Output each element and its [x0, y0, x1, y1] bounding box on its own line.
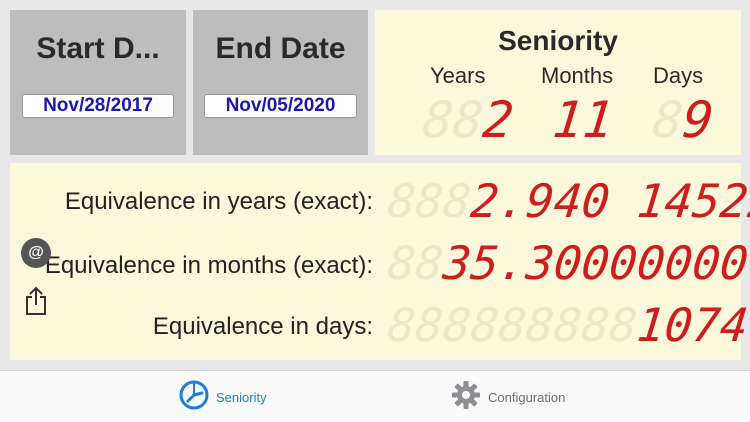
start-date-panel[interactable]: Start D... Nov/28/2017: [10, 10, 186, 155]
days-label: Days: [653, 63, 704, 88]
seniority-title: Seniority: [498, 25, 618, 56]
equiv-years-display: 8882.940 14522: [385, 173, 750, 229]
equivalence-panel: Equivalence in years (exact): Equivalenc…: [10, 163, 750, 360]
equiv-months-ghost: 88: [385, 236, 447, 290]
days-display: 89: [650, 90, 717, 150]
end-date-field[interactable]: Nov/05/2020: [204, 94, 357, 118]
tab-seniority[interactable]: Seniority: [178, 379, 267, 415]
equiv-years-value: 2.940 14522: [468, 174, 750, 228]
seniority-panel: Seniority Years Months Days 882 11 89: [375, 10, 741, 155]
months-display: 11: [550, 90, 617, 150]
months-value: 11: [549, 91, 617, 149]
months-label: Months: [541, 63, 614, 88]
tab-seniority-label: Seniority: [216, 389, 267, 405]
equiv-years-ghost: 888: [385, 174, 474, 228]
years-value: 2: [480, 91, 517, 149]
years-label: Years: [430, 63, 486, 88]
equiv-months-label: Equivalence in months (exact):: [44, 252, 373, 279]
equiv-months-value: 35.30000000: [440, 236, 750, 290]
gear-icon: [450, 379, 482, 416]
end-date-title: End Date: [215, 32, 346, 65]
start-date-field[interactable]: Nov/28/2017: [22, 94, 174, 118]
clock-icon: [178, 379, 210, 416]
equiv-days-label: Equivalence in days:: [152, 313, 373, 340]
equiv-years-label: Equivalence in years (exact):: [64, 188, 373, 215]
years-display: 882: [420, 90, 517, 150]
tab-configuration[interactable]: Configuration: [450, 379, 565, 415]
equiv-days-ghost: 888888888: [385, 298, 641, 352]
equiv-months-display: 8835.30000000: [385, 235, 750, 291]
equiv-days-display: 8888888881074: [385, 297, 750, 353]
years-ghost-digits: 88: [419, 91, 487, 149]
days-value: 9: [680, 91, 717, 149]
end-date-panel[interactable]: End Date Nov/05/2020: [193, 10, 368, 155]
start-date-title: Start D...: [36, 32, 160, 65]
at-icon[interactable]: @: [21, 238, 51, 268]
tab-configuration-label: Configuration: [488, 389, 566, 405]
tab-bar: Seniority Configuration: [0, 370, 750, 422]
equiv-days-value: 1074: [634, 298, 750, 352]
share-icon[interactable]: [24, 286, 48, 316]
